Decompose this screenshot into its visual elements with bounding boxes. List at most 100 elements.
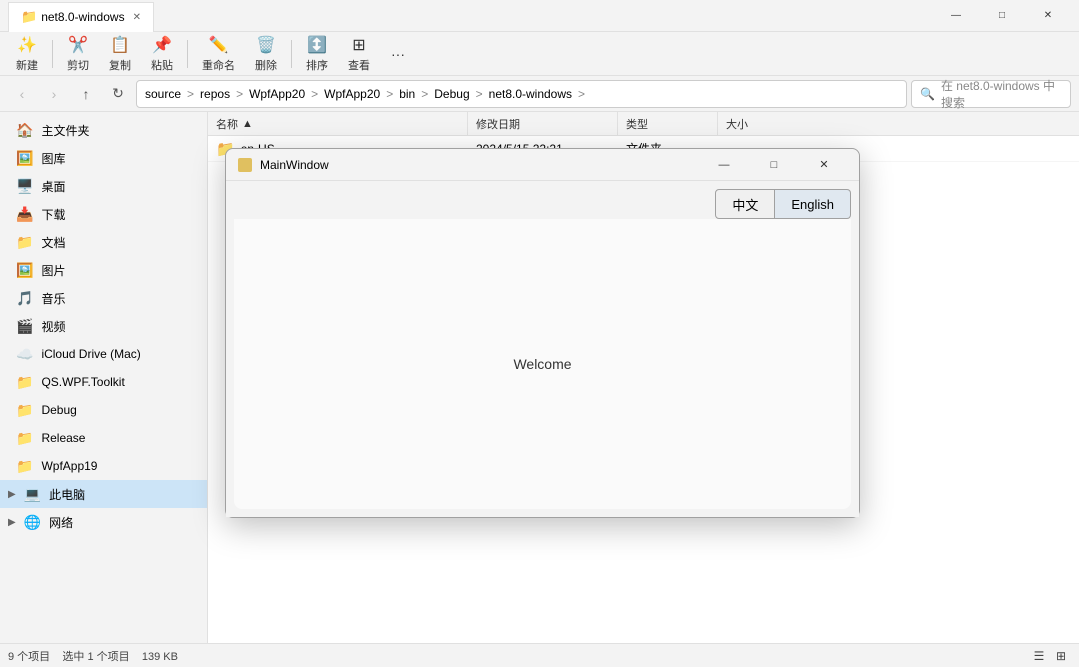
sidebar-item-icloud[interactable]: ☁️ iCloud Drive (Mac) 📌 [0,340,207,368]
title-tab[interactable]: 📁 net8.0-windows ✕ [8,2,154,32]
status-left: 9 个项目 选中 1 个项目 139 KB [8,648,178,664]
forward-button[interactable]: › [40,80,68,108]
delete-icon: 🗑️ [256,35,276,55]
sidebar-item-release[interactable]: 📁 Release [0,424,207,452]
sidebar-item-downloads[interactable]: 📥 下载 📌 [0,200,207,228]
debug-folder-icon: 📁 [16,402,33,419]
path-segment-debug[interactable]: Debug [434,87,469,101]
home-icon: 🏠 [16,122,33,139]
more-button[interactable]: ··· [382,38,414,70]
sidebar-item-videos[interactable]: 🎬 视频 📌 [0,312,207,340]
list-view-button[interactable]: ☰ [1029,646,1049,666]
col-size-label: 大小 [726,116,748,132]
maximize-button[interactable]: □ [979,0,1025,32]
up-button[interactable]: ↑ [72,80,100,108]
copy-label: 复制 [109,57,131,73]
sidebar-label-downloads: 下载 [41,206,178,223]
sidebar-item-qswpf[interactable]: 📁 QS.WPF.Toolkit [0,368,207,396]
welcome-text: Welcome [513,356,571,372]
rename-icon: ✏️ [209,35,229,55]
dialog-window-icon [238,158,252,172]
sidebar-item-wpfapp19[interactable]: 📁 WpfApp19 [0,452,207,480]
sidebar-item-network[interactable]: ▶ 🌐 网络 [0,508,207,536]
cut-button[interactable]: ✂️ 剪切 [59,34,97,74]
col-header-size[interactable]: 大小 [718,112,798,135]
sidebar: 🏠 主文件夹 📌 🖼️ 图库 📌 🖥️ 桌面 📌 📥 下载 📌 📁 文档 📌 🖼… [0,112,208,643]
paste-label: 粘贴 [151,57,173,73]
dialog-win-controls: — □ ✕ [701,151,847,179]
address-path[interactable]: source > repos > WpfApp20 > WpfApp20 > b… [136,80,907,108]
desktop-icon: 🖥️ [16,178,33,195]
paste-icon: 📌 [152,35,172,55]
gallery-icon: 🖼️ [16,150,33,167]
dialog-close-button[interactable]: ✕ [801,151,847,179]
back-button[interactable]: ‹ [8,80,36,108]
cut-icon: ✂️ [68,35,88,55]
sidebar-item-desktop[interactable]: 🖥️ 桌面 📌 [0,172,207,200]
window-controls: — □ ✕ [933,0,1071,32]
thispc-icon: 💻 [24,486,41,503]
col-header-name[interactable]: 名称 ▲ [208,112,468,135]
cut-label: 剪切 [67,57,89,73]
delete-label: 删除 [255,57,277,73]
sidebar-label-thispc: 此电脑 [49,486,199,503]
sidebar-item-music[interactable]: 🎵 音乐 📌 [0,284,207,312]
sidebar-item-thispc[interactable]: ▶ 💻 此电脑 [0,480,207,508]
sidebar-label-debug: Debug [41,403,199,417]
thispc-arrow-icon: ▶ [8,489,16,500]
path-segment-repos[interactable]: repos [200,87,230,101]
path-segment-bin[interactable]: bin [399,87,415,101]
grid-view-button[interactable]: ⊞ [1051,646,1071,666]
search-icon: 🔍 [920,87,935,101]
sidebar-item-home[interactable]: 🏠 主文件夹 📌 [0,116,207,144]
release-folder-icon: 📁 [16,430,33,447]
view-button[interactable]: ⊞ 查看 [340,34,378,74]
sort-icon: ↕️ [307,35,327,55]
sidebar-label-wpfapp19: WpfApp19 [41,459,199,473]
col-date-label: 修改日期 [476,116,520,132]
close-button[interactable]: ✕ [1025,0,1071,32]
toolbar-separator-3 [291,40,292,68]
sidebar-item-pictures[interactable]: 🖼️ 图片 📌 [0,256,207,284]
col-header-date[interactable]: 修改日期 [468,112,618,135]
documents-icon: 📁 [16,234,33,251]
selected-info: 选中 1 个项目 [62,651,129,663]
path-segment-wpfapp1[interactable]: WpfApp20 [249,87,305,101]
path-segment-wpfapp2[interactable]: WpfApp20 [324,87,380,101]
sort-button[interactable]: ↕️ 排序 [298,34,336,74]
sidebar-label-documents: 文档 [41,234,178,251]
pictures-icon: 🖼️ [16,262,33,279]
sidebar-item-debug[interactable]: 📁 Debug [0,396,207,424]
lang-chinese-button[interactable]: 中文 [715,189,775,219]
wpfapp19-icon: 📁 [16,458,33,475]
toolbar: ✨ 新建 ✂️ 剪切 📋 复制 📌 粘贴 ✏️ 重命名 🗑️ 删除 ↕️ 排序 … [0,32,1079,76]
minimize-button[interactable]: — [933,0,979,32]
paste-button[interactable]: 📌 粘贴 [143,34,181,74]
path-segment-source[interactable]: source [145,87,181,101]
new-button[interactable]: ✨ 新建 [8,34,46,74]
sidebar-item-gallery[interactable]: 🖼️ 图库 📌 [0,144,207,172]
rename-button[interactable]: ✏️ 重命名 [194,34,243,74]
path-segment-net8[interactable]: net8.0-windows [489,87,572,101]
sidebar-label-pictures: 图片 [41,262,178,279]
file-header: 名称 ▲ 修改日期 类型 大小 [208,112,1079,136]
view-label: 查看 [348,57,370,73]
refresh-button[interactable]: ↻ [104,80,132,108]
sidebar-label-icloud: iCloud Drive (Mac) [41,347,178,361]
dialog-body: 中文 English Welcome [226,181,859,517]
sidebar-label-home: 主文件夹 [41,122,178,139]
sidebar-label-network: 网络 [49,514,199,531]
dialog-content: Welcome [234,219,851,509]
sidebar-label-videos: 视频 [41,318,178,335]
sidebar-item-documents[interactable]: 📁 文档 📌 [0,228,207,256]
delete-button[interactable]: 🗑️ 删除 [247,34,285,74]
dialog-minimize-button[interactable]: — [701,151,747,179]
dialog-maximize-button[interactable]: □ [751,151,797,179]
tab-close-button[interactable]: ✕ [133,12,141,23]
copy-button[interactable]: 📋 复制 [101,34,139,74]
lang-english-button[interactable]: English [775,189,851,219]
sidebar-label-release: Release [41,431,199,445]
col-header-type[interactable]: 类型 [618,112,718,135]
qswpf-icon: 📁 [16,374,33,391]
search-box[interactable]: 🔍 在 net8.0-windows 中搜索 [911,80,1071,108]
